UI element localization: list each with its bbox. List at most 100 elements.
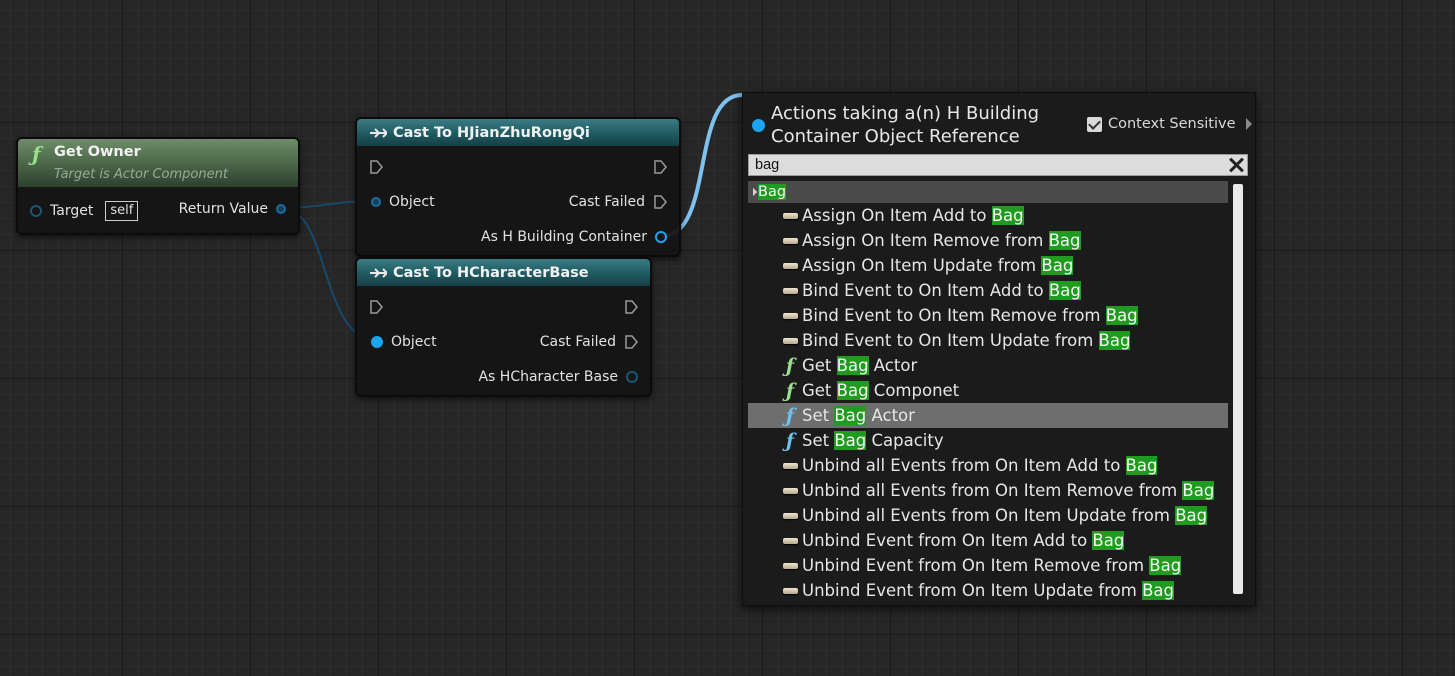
action-item[interactable]: ƒ Set Bag Actor — [748, 403, 1228, 428]
search-input[interactable] — [749, 155, 1219, 175]
action-label: Bind Event to On Item Update from — [802, 331, 1099, 350]
action-item[interactable]: Unbind all Events from On Item Add to Ba… — [748, 453, 1228, 478]
category-bag[interactable]: Bag — [748, 181, 1228, 203]
object-pin[interactable]: Object — [371, 334, 437, 350]
event-dispatcher-icon — [778, 212, 802, 219]
return-value-pin[interactable]: Return Value — [179, 201, 286, 217]
search-match-highlight: Bag — [1105, 306, 1138, 325]
exec-in-pin-icon[interactable] — [369, 300, 383, 314]
action-label: Set — [802, 406, 835, 425]
search-match-highlight: Bag — [1182, 481, 1215, 500]
as-character-base-pin[interactable]: As HCharacter Base — [478, 369, 638, 385]
object-pin-icon[interactable] — [371, 197, 381, 207]
action-label: Unbind Event from On Item Add to — [802, 531, 1093, 550]
action-item[interactable]: Bind Event to On Item Add to Bag — [748, 278, 1228, 303]
category-label: Bag — [758, 184, 787, 200]
action-item[interactable]: ƒ Get Bag Actor — [748, 353, 1228, 378]
return-value-pin-icon[interactable] — [276, 204, 286, 214]
self-default-value[interactable]: self — [105, 201, 139, 221]
menu-title-line1: Actions taking a(n) H Building — [771, 103, 1040, 124]
context-sensitive-label: Context Sensitive — [1108, 116, 1236, 132]
as-character-base-pin-icon[interactable] — [626, 371, 638, 383]
action-label: Unbind Event from On Item Update from — [802, 581, 1143, 600]
scrollbar[interactable] — [1233, 184, 1243, 594]
search-match-highlight: Bag — [836, 356, 869, 375]
cast-failed-pin[interactable]: Cast Failed — [569, 194, 667, 210]
action-menu[interactable]: Actions taking a(n) H Building Container… — [742, 92, 1256, 606]
cast-character-node[interactable]: Cast To HCharacterBase Object Cast Faile… — [355, 257, 652, 397]
event-dispatcher-icon — [778, 562, 802, 569]
search-box[interactable] — [748, 154, 1248, 176]
cast-jianzhu-node[interactable]: Cast To HJianZhuRongQi Object Cast Faile… — [355, 117, 681, 257]
cast-failed-exec-icon[interactable] — [624, 335, 638, 349]
action-item[interactable]: Assign On Item Remove from Bag — [748, 228, 1228, 253]
cast-jianzhu-header[interactable]: Cast To HJianZhuRongQi — [357, 119, 679, 146]
event-dispatcher-icon — [778, 262, 802, 269]
event-dispatcher-icon — [778, 312, 802, 319]
menu-title-line2: Container Object Reference — [771, 126, 1020, 147]
as-building-container-pin-icon[interactable] — [655, 231, 667, 243]
action-item[interactable]: Unbind Event from On Item Add to Bag — [748, 528, 1228, 553]
action-item[interactable]: Assign On Item Add to Bag — [748, 203, 1228, 228]
object-pin-icon[interactable] — [371, 336, 383, 348]
as-character-base-label: As HCharacter Base — [478, 369, 618, 385]
action-label: Bind Event to On Item Add to — [802, 281, 1049, 300]
clear-search-icon[interactable] — [1227, 155, 1245, 175]
action-item[interactable]: ƒ Get Bag Componet — [748, 378, 1228, 403]
object-pin[interactable]: Object — [371, 194, 435, 210]
search-match-highlight: Bag — [1142, 581, 1174, 600]
action-item[interactable]: Assign On Item Update from Bag — [748, 253, 1228, 278]
collapse-arrow-icon[interactable] — [748, 187, 758, 197]
get-owner-node[interactable]: ƒ Get Owner Target is Actor Component Ta… — [16, 137, 300, 235]
action-item[interactable]: Bind Event to On Item Remove from Bag — [748, 303, 1228, 328]
context-sensitive-toggle[interactable]: Context Sensitive — [1087, 116, 1252, 132]
action-label: Unbind all Events from On Item Remove fr… — [802, 481, 1183, 500]
exec-in-pin-icon[interactable] — [369, 160, 383, 174]
function-icon: ƒ — [785, 404, 795, 427]
event-dispatcher-icon — [778, 337, 802, 344]
action-label-suffix: Componet — [868, 381, 960, 400]
exec-out-pin-icon[interactable] — [624, 300, 638, 314]
cast-failed-label: Cast Failed — [568, 194, 645, 210]
target-pin[interactable]: Target self — [30, 201, 139, 221]
event-dispatcher-icon — [778, 587, 802, 594]
search-match-highlight: Bag — [1149, 556, 1182, 575]
object-label: Object — [391, 334, 437, 350]
action-label: Unbind Event from On Item Remove from — [802, 556, 1150, 575]
action-item[interactable]: ƒ Set Bag Capacity — [748, 428, 1228, 453]
action-label: Bind Event to On Item Remove from — [802, 306, 1106, 325]
cast-failed-pin[interactable]: Cast Failed — [540, 334, 638, 350]
action-label-suffix: Capacity — [866, 431, 944, 450]
context-sensitive-checkbox[interactable] — [1087, 116, 1102, 132]
as-building-container-label: As H Building Container — [481, 229, 647, 245]
as-building-container-pin[interactable]: As H Building Container — [481, 229, 667, 245]
event-dispatcher-icon — [778, 462, 802, 469]
search-match-highlight: Bag — [1041, 256, 1074, 275]
function-icon: ƒ — [785, 354, 795, 377]
action-item[interactable]: Unbind all Events from On Item Remove fr… — [748, 478, 1228, 503]
action-item[interactable]: Bind Event to On Item Update from Bag — [748, 328, 1228, 353]
action-label: Assign On Item Remove from — [802, 231, 1049, 250]
get-owner-header[interactable]: ƒ Get Owner Target is Actor Component — [18, 139, 298, 187]
cast-icon — [370, 127, 387, 138]
event-dispatcher-icon — [778, 287, 802, 294]
target-pin-icon[interactable] — [30, 205, 42, 217]
search-match-highlight: Bag — [1048, 281, 1081, 300]
action-item[interactable]: Unbind all Events from On Item Update fr… — [748, 503, 1228, 528]
function-icon: ƒ — [785, 429, 795, 452]
node-subtitle: Target is Actor Component — [54, 167, 228, 182]
node-title: Cast To HJianZhuRongQi — [393, 124, 590, 141]
action-item[interactable]: Unbind Event from On Item Update from Ba… — [748, 578, 1228, 603]
action-item[interactable]: Unbind Event from On Item Remove from Ba… — [748, 553, 1228, 578]
action-list: Assign On Item Add to Bag Assign On Item … — [748, 203, 1228, 603]
return-value-label: Return Value — [178, 201, 268, 217]
event-dispatcher-icon — [778, 237, 802, 244]
exec-out-pin-icon[interactable] — [653, 160, 667, 174]
event-dispatcher-icon — [778, 512, 802, 519]
cast-character-header[interactable]: Cast To HCharacterBase — [357, 259, 650, 286]
expand-arrow-icon[interactable] — [1245, 118, 1252, 130]
search-match-highlight: Bag — [991, 206, 1024, 225]
cast-failed-exec-icon[interactable] — [653, 195, 667, 209]
action-label: Get — [802, 356, 837, 375]
object-label: Object — [389, 194, 435, 210]
